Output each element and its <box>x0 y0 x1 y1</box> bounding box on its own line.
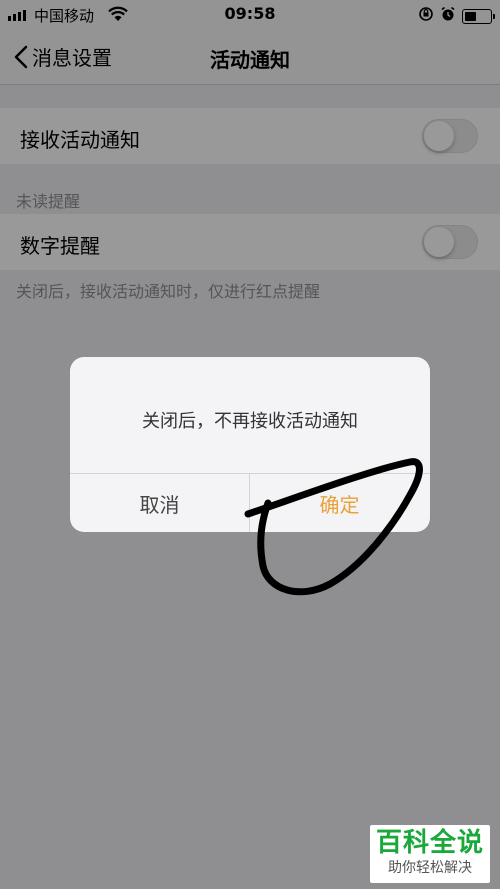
confirm-button[interactable]: 确定 <box>250 474 429 532</box>
watermark-title: 百科全说 <box>375 828 484 858</box>
watermark-logo: 百科全说 助你轻松解决 <box>370 825 490 883</box>
watermark-subtitle: 助你轻松解决 <box>388 860 472 876</box>
cancel-button[interactable]: 取消 <box>70 474 249 532</box>
confirm-dialog: 关闭后，不再接收活动通知 取消 确定 <box>70 357 430 532</box>
dialog-message: 关闭后，不再接收活动通知 <box>142 411 358 432</box>
